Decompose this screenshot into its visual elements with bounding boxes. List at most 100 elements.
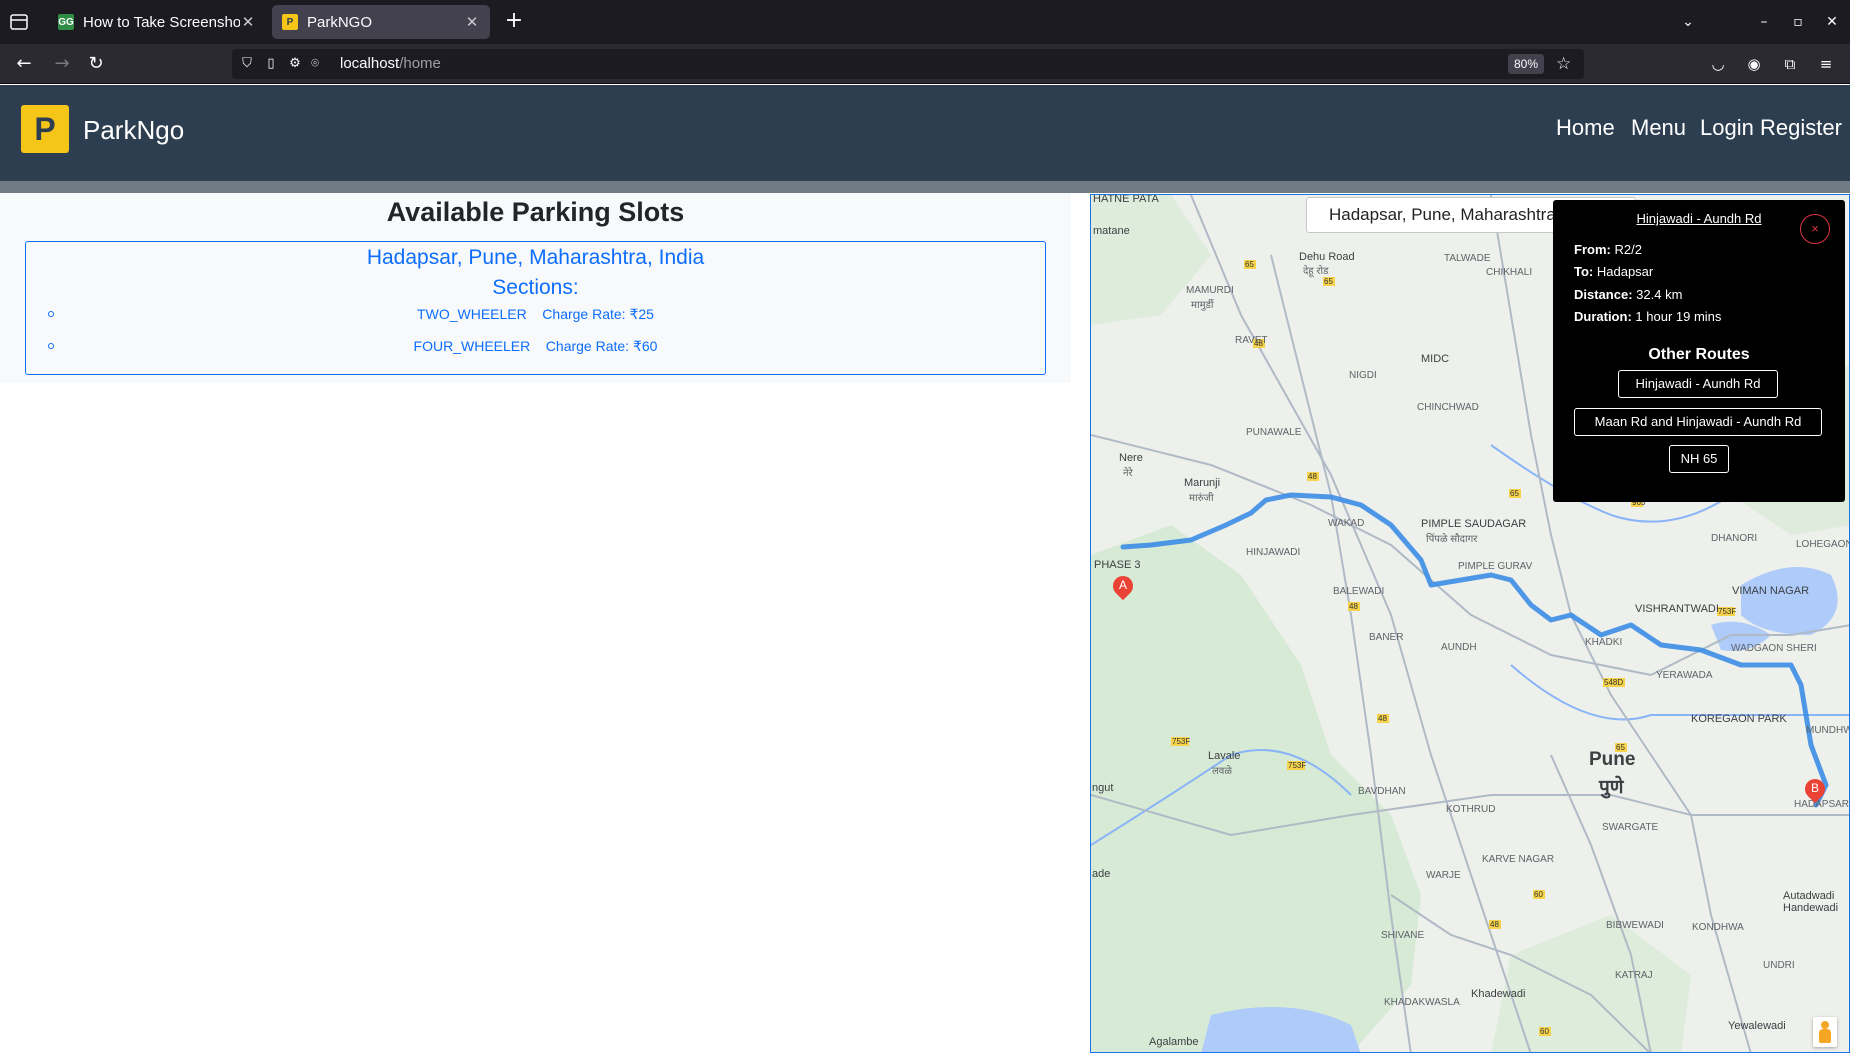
map-label: Marunji [1184, 477, 1221, 489]
parkngo-logo[interactable]: P [21, 105, 69, 153]
route-duration: Duration: 1 hour 19 mins [1574, 309, 1721, 324]
map-label: Autadwadi Handewadi [1783, 890, 1839, 914]
close-button[interactable]: × [1800, 214, 1830, 244]
to-label: To: [1574, 264, 1594, 279]
map-label: KOREGAON PARK [1691, 713, 1787, 725]
duration-value: 1 hour 19 mins [1635, 309, 1722, 324]
map-label-city: Pune [1589, 749, 1636, 770]
nav-register-link[interactable]: Register [1760, 115, 1842, 141]
nav-home-link[interactable]: Home [1556, 115, 1615, 141]
bookmark-star-icon[interactable]: ☆ [1556, 54, 1571, 74]
map-label: MUNDHWA [1806, 725, 1849, 736]
map-label: HINJAWADI [1246, 547, 1301, 558]
tab-title: ParkNGO [307, 13, 373, 31]
distance-value: 32.4 km [1636, 287, 1683, 302]
map-label: Lavale [1208, 750, 1241, 762]
svg-text:548D: 548D [1604, 678, 1623, 687]
map-label: नेरे [1123, 468, 1133, 479]
map-label: लवळे [1212, 766, 1232, 777]
map-label: SHIVANE [1381, 930, 1425, 941]
zoom-level-badge[interactable]: 80% [1508, 54, 1545, 74]
brand-name[interactable]: ParkNgo [83, 115, 184, 146]
svg-text:48: 48 [1378, 714, 1387, 723]
map-label: CHINCHWAD [1417, 402, 1479, 413]
list-item: FOUR_WHEELER Charge Rate: ₹60 [26, 338, 1045, 358]
svg-text:60: 60 [1540, 1027, 1549, 1036]
minimize-icon[interactable]: – [1754, 12, 1774, 32]
section-type: TWO_WHEELER [417, 306, 527, 322]
map-label: CHIKHALI [1486, 267, 1533, 278]
url-text[interactable]: localhost/home [340, 55, 441, 72]
map-label: KATRAJ [1615, 970, 1653, 981]
map-label: KARVE NAGAR [1482, 854, 1555, 865]
shield-icon[interactable]: ⛉ [238, 55, 256, 73]
location-pin-icon[interactable]: ⌾ [306, 55, 324, 73]
parking-slot-card[interactable]: Hadapsar, Pune, Maharashtra, India Secti… [25, 241, 1046, 375]
list-all-tabs-chevron-icon[interactable]: ⌄ [1678, 12, 1698, 32]
other-route-button[interactable]: Hinjawadi - Aundh Rd [1618, 370, 1778, 398]
map-label: ngut [1092, 782, 1114, 794]
street-view-pegman-icon[interactable] [1813, 1017, 1837, 1047]
svg-text:65: 65 [1510, 489, 1519, 498]
route-end-marker[interactable]: B [1800, 774, 1830, 807]
marker-letter: B [1810, 781, 1819, 795]
back-arrow-icon[interactable]: ← [12, 52, 36, 76]
parkngo-favicon-icon: P [282, 14, 298, 30]
duration-label: Duration: [1574, 309, 1632, 324]
svg-text:48: 48 [1490, 920, 1499, 929]
other-route-button[interactable]: NH 65 [1669, 445, 1729, 473]
map-label: LOHEGAON [1796, 539, 1850, 550]
permissions-icon[interactable]: ⚙ [286, 55, 304, 73]
browser-tab-bar: GG How to Take Screenshot ✕ P ParkNGO ✕ … [0, 0, 1850, 44]
tab-close-icon[interactable]: ✕ [464, 13, 480, 31]
map-label: matane [1093, 225, 1130, 237]
svg-text:48: 48 [1308, 472, 1317, 481]
route-from: From: R2/2 [1574, 242, 1642, 257]
map-label: ade [1092, 868, 1111, 880]
pocket-icon[interactable]: ◡ [1707, 53, 1729, 75]
parking-slots-panel: Available Parking Slots Hadapsar, Pune, … [0, 193, 1071, 383]
forward-arrow-icon[interactable]: → [50, 52, 74, 76]
map-label: KHADAKWASLA [1384, 997, 1460, 1008]
charge-rate: Charge Rate: ₹25 [542, 306, 654, 322]
route-start-marker[interactable]: A [1108, 571, 1138, 604]
map-label-city: पुणे [1599, 777, 1624, 798]
url-bar[interactable]: ⛉ ▯ ⚙ ⌾ localhost/home 80% ☆ [232, 49, 1584, 79]
map-label: Khadewadi [1471, 988, 1526, 1000]
url-host: localhost [340, 55, 400, 72]
tab-close-icon[interactable]: ✕ [240, 13, 256, 31]
nav-login-link[interactable]: Login [1700, 115, 1754, 141]
route-distance: Distance: 32.4 km [1574, 287, 1682, 302]
map-label: Agalambe [1149, 1036, 1199, 1048]
reload-icon[interactable]: ↻ [84, 52, 108, 76]
list-item: TWO_WHEELER Charge Rate: ₹25 [26, 306, 1045, 326]
map-label: देहू रोड [1303, 266, 1329, 277]
map-label: SWARGATE [1602, 822, 1659, 833]
tab-list-icon[interactable] [8, 11, 32, 33]
page-icon[interactable]: ▯ [262, 55, 280, 73]
gfg-favicon-icon: GG [58, 14, 74, 30]
new-tab-plus-icon[interactable]: + [503, 10, 525, 34]
nav-menu-link[interactable]: Menu [1631, 115, 1686, 141]
map-label: PUNAWALE [1246, 427, 1302, 438]
map-label: MAMURDI [1186, 285, 1234, 296]
svg-text:753F: 753F [1288, 761, 1306, 770]
svg-text:65: 65 [1245, 260, 1254, 269]
restore-icon[interactable]: ▫ [1788, 12, 1808, 32]
map-label: Yewalewadi [1728, 1020, 1786, 1032]
extensions-icon[interactable]: ⧉ [1779, 53, 1801, 75]
tab-screenshot-guide[interactable]: GG How to Take Screenshot ✕ [48, 5, 266, 39]
window-close-icon[interactable]: ✕ [1822, 12, 1842, 32]
tab-parkngo[interactable]: P ParkNGO ✕ [272, 5, 490, 39]
route-info-panel: Hinjawadi - Aundh Rd × From: R2/2 To: Ha… [1553, 200, 1845, 502]
other-routes-heading: Other Routes [1648, 346, 1750, 363]
from-value: R2/2 [1614, 242, 1642, 257]
url-path: /home [399, 55, 441, 72]
map-label: RAVET [1235, 335, 1268, 346]
hamburger-menu-icon[interactable]: ≡ [1815, 53, 1837, 75]
map-label: WARJE [1426, 870, 1461, 881]
other-route-button[interactable]: Maan Rd and Hinjawadi - Aundh Rd [1574, 408, 1822, 436]
account-icon[interactable]: ◉ [1743, 53, 1765, 75]
map-label: Nere [1119, 452, 1143, 464]
site-header: P ParkNgo Home Menu Login Register [0, 85, 1850, 181]
